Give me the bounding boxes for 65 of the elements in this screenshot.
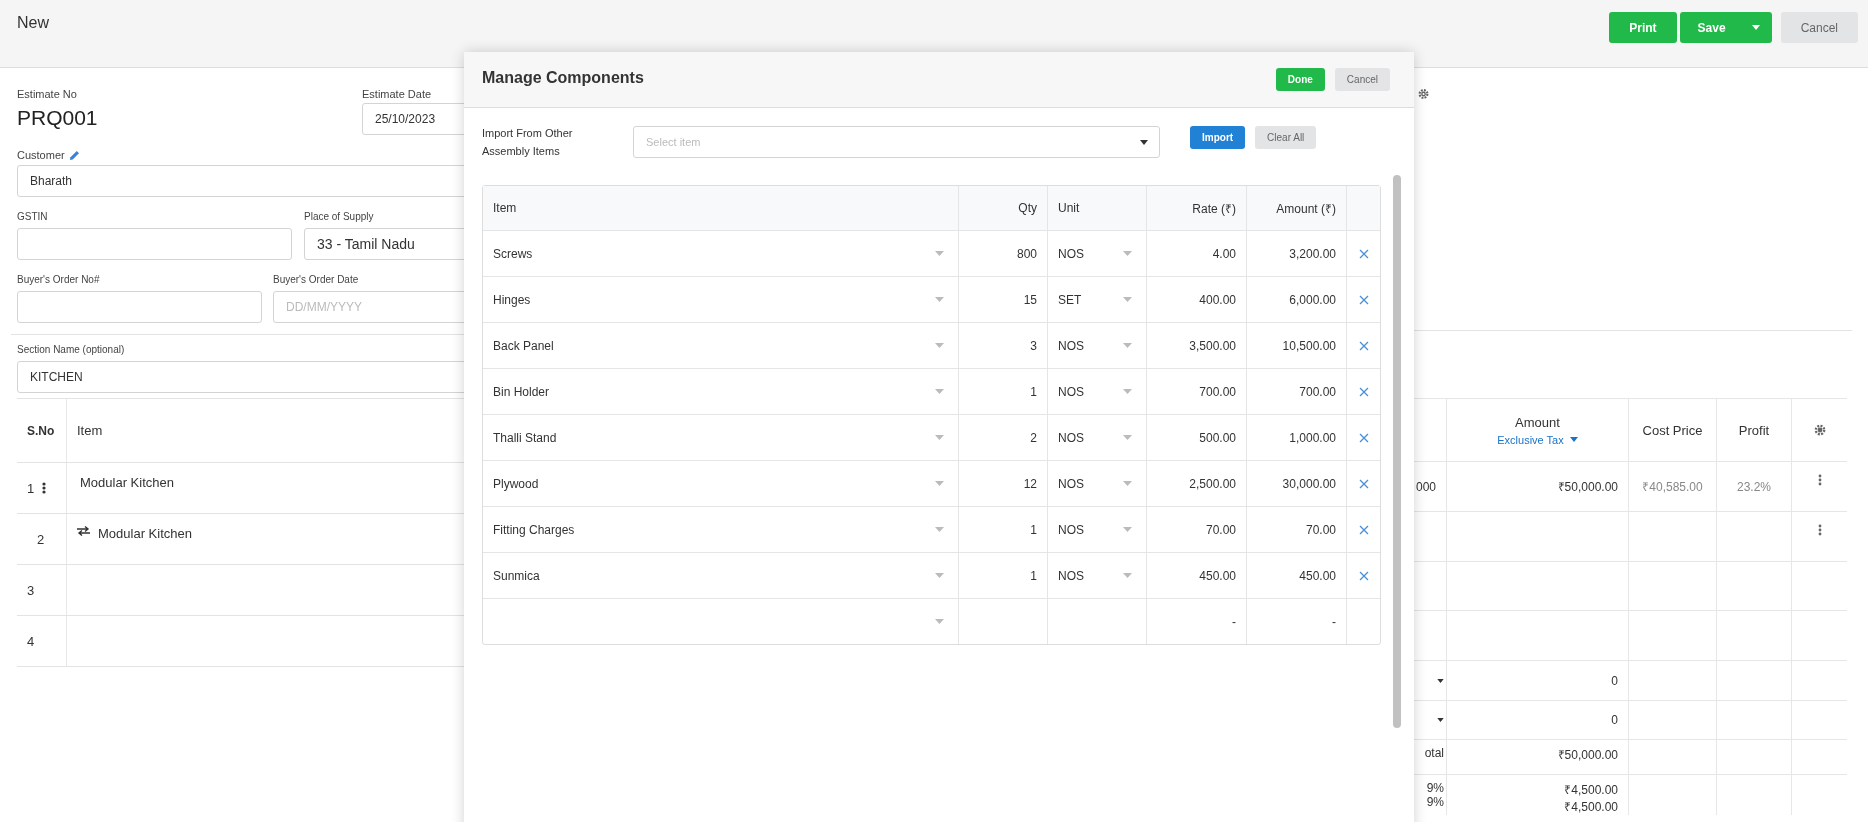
page-title: New: [17, 14, 49, 32]
column-header: S.No: [17, 399, 67, 462]
table-cell: 3,200.00: [1289, 246, 1336, 261]
summary-label: 9%: [1426, 781, 1444, 795]
row-number: 2: [36, 531, 45, 547]
field-label: Customer: [17, 149, 65, 161]
table-cell: 450.00: [1299, 568, 1336, 583]
column-header: Unit: [1048, 186, 1147, 230]
field-label: Estimate Date: [362, 88, 432, 100]
column-header: Profit: [1717, 399, 1791, 461]
item-name: Modular Kitchen: [98, 526, 192, 541]
table-cell: 70.00: [1205, 522, 1236, 537]
table-cell: 700.00: [1199, 384, 1236, 399]
summary-amount: 0: [1611, 673, 1618, 688]
table-cell: 30,000.00: [1282, 476, 1336, 491]
table-cell: 3,500.00: [1189, 338, 1236, 353]
field-label: Buyer's Order No#: [17, 274, 100, 285]
table-cell: ₹50,000.00: [1447, 462, 1628, 511]
table-cell: 1: [1030, 568, 1037, 583]
field-label: Buyer's Order Date: [273, 274, 359, 285]
column-header: Rate (₹): [1147, 186, 1247, 230]
summary-amount: ₹4,500.00: [1564, 799, 1618, 815]
column-header: Amount (₹): [1247, 186, 1347, 230]
table-cell: 1: [1030, 522, 1037, 537]
table-cell: -: [1232, 614, 1236, 629]
item-name: Modular Kitchen: [79, 475, 174, 490]
table-cell: 400.00: [1199, 292, 1236, 307]
table-cell: 700.00: [1299, 384, 1336, 399]
table-cell: 450.00: [1199, 568, 1236, 583]
table-cell: 2,500.00: [1189, 476, 1236, 491]
dialog-title: Manage Components: [482, 68, 644, 87]
column-header: Item: [76, 422, 104, 440]
table-cell: 15: [1023, 292, 1037, 307]
table-cell: 1: [1030, 384, 1037, 399]
column-header: Item: [483, 186, 959, 230]
field-label: Place of Supply: [304, 211, 374, 222]
summary-label: 9%: [1426, 795, 1444, 809]
table-cell: 2: [1030, 430, 1037, 445]
field-label: Section Name (optional): [17, 344, 125, 355]
row-number: 3: [27, 582, 35, 598]
table-cell: 70.00: [1305, 522, 1336, 537]
column-header: Amount: [1515, 414, 1560, 430]
table-cell: 10,500.00: [1282, 338, 1336, 353]
table-cell: 23.2%: [1717, 462, 1791, 511]
table-cell: 4.00: [1212, 246, 1236, 261]
table-cell: 1,000.00: [1289, 430, 1336, 445]
table-cell: 500.00: [1199, 430, 1236, 445]
table-cell: 6,000.00: [1289, 292, 1336, 307]
table-cell: 12: [1023, 476, 1037, 491]
summary-amount: ₹50,000.00: [1557, 747, 1618, 763]
row-number: 4: [27, 633, 35, 649]
column-header: Qty: [959, 186, 1048, 230]
estimate-number: PRQ001: [17, 106, 98, 130]
table-cell: ₹40,585.00: [1629, 462, 1716, 511]
summary-label: otal: [1424, 746, 1444, 760]
table-cell: 800: [1016, 246, 1037, 261]
table-cell: -: [1332, 614, 1336, 629]
row-number: 1: [27, 480, 35, 496]
field-label: GSTIN: [17, 211, 48, 222]
summary-amount: ₹4,500.00: [1564, 782, 1618, 798]
field-label: Estimate No: [17, 88, 77, 100]
table-cell: 000: [1414, 462, 1446, 511]
summary-amount: 0: [1611, 713, 1618, 727]
column-header: Cost Price: [1629, 399, 1716, 461]
table-cell: 3: [1030, 338, 1037, 353]
